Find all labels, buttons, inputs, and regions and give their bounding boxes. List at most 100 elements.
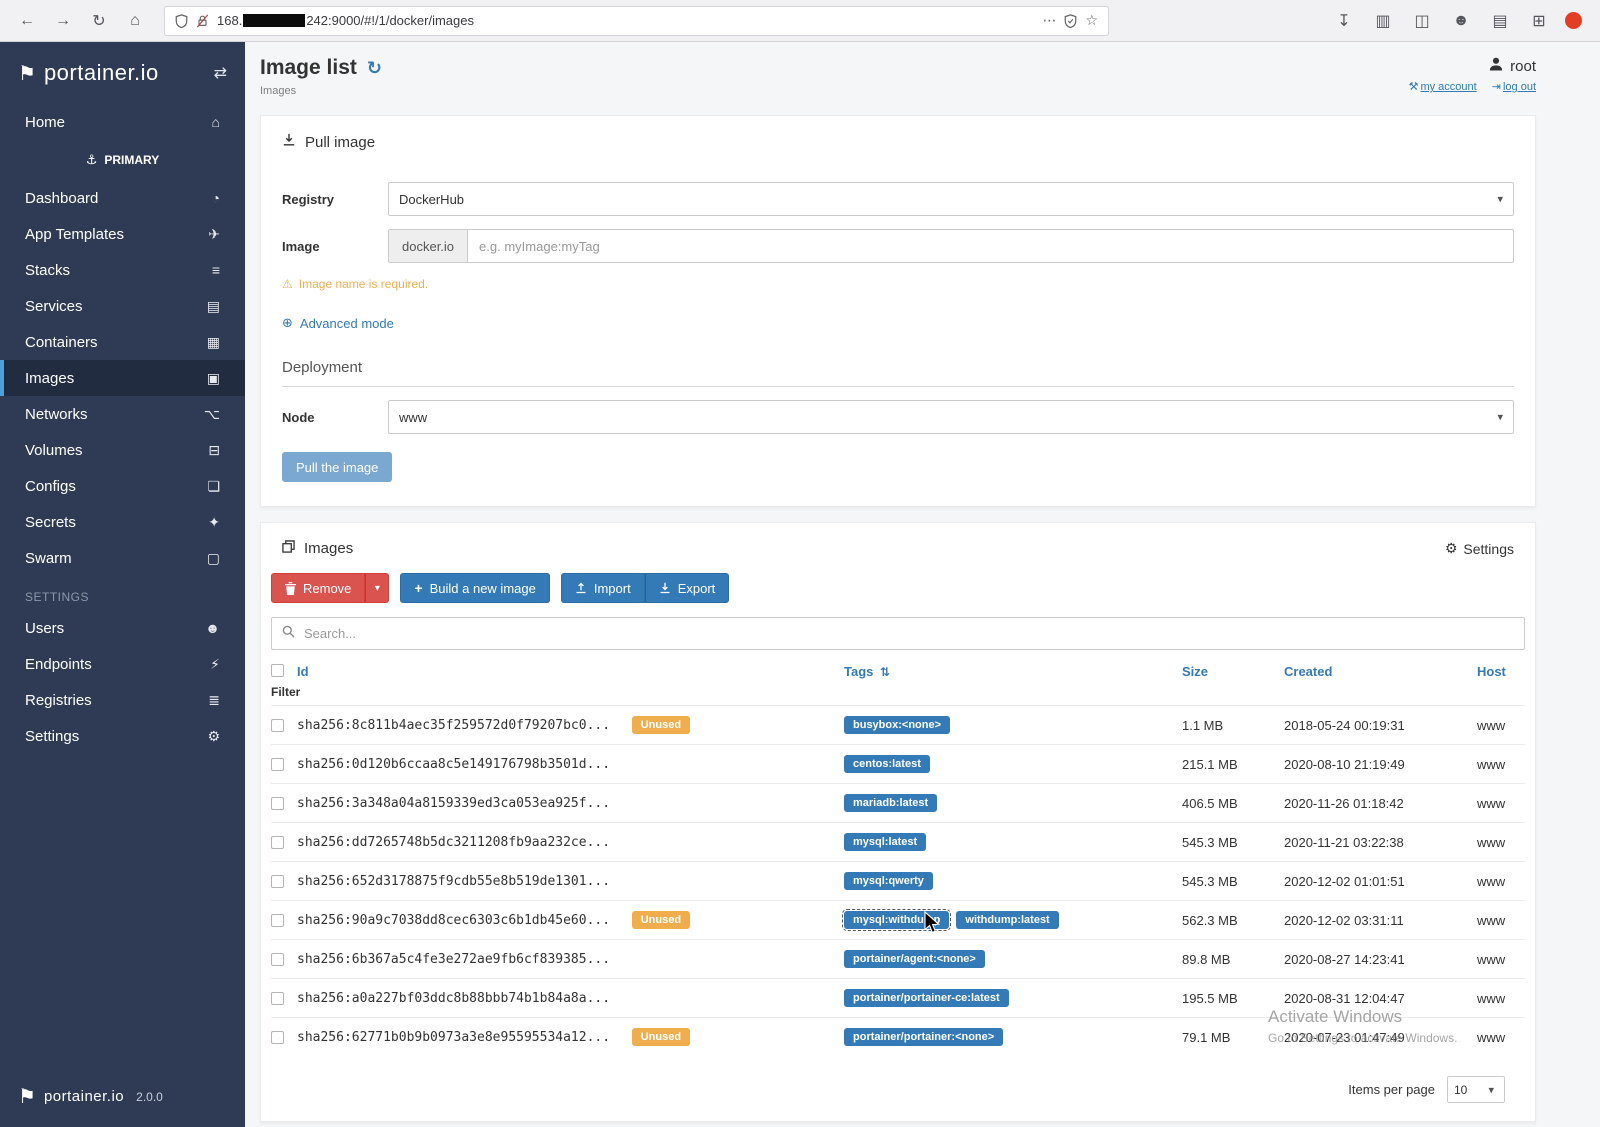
image-id[interactable]: sha256:62771b0b9b0973a3e8e95595534a12... (297, 1030, 610, 1045)
sidebar-item-stacks[interactable]: Stacks ≡ (0, 252, 245, 288)
browser-reload-button[interactable]: ↻ (84, 7, 114, 35)
image-tag-badge[interactable]: mysql:latest (844, 833, 927, 851)
url-text[interactable]: 168. 242:9000/#!/1/docker/images (217, 13, 474, 28)
browser-home-button[interactable]: ⌂ (120, 7, 150, 35)
column-header-tags[interactable]: Tags (844, 664, 873, 679)
search-input[interactable] (304, 626, 1514, 641)
row-checkbox[interactable] (271, 874, 284, 888)
sidebar-item-containers[interactable]: Containers ▦ (0, 324, 245, 360)
image-name-input[interactable] (467, 229, 1514, 263)
sidebar-item-endpoints[interactable]: Endpoints ⚡ (0, 646, 245, 682)
export-button[interactable]: Export (644, 573, 730, 603)
extensions-icon[interactable]: ⊞ (1526, 7, 1552, 35)
tags-cell: portainer/portainer-ce:latest (844, 978, 1182, 1018)
sidebar-item-label: Swarm (25, 549, 72, 567)
sidebar-item-app-templates[interactable]: App Templates ✈ (0, 216, 245, 252)
address-bar[interactable]: 168. 242:9000/#!/1/docker/images ⋯ ☆ (164, 5, 1109, 36)
pull-image-button[interactable]: Pull the image (282, 452, 393, 482)
save-page-icon[interactable]: ▤ (1487, 7, 1513, 35)
column-header-created[interactable]: Created (1284, 664, 1332, 679)
image-id[interactable]: sha256:8c811b4aec35f259572d0f79207bc0... (297, 718, 610, 733)
image-tag-badge[interactable]: withdump:latest (956, 911, 1059, 929)
browser-forward-button[interactable]: → (48, 7, 78, 35)
sidebar-item-services[interactable]: Services ▤ (0, 288, 245, 324)
library-icon[interactable]: ▥ (1370, 7, 1396, 35)
insecure-lock-icon[interactable] (196, 13, 209, 28)
image-id[interactable]: sha256:6b367a5c4fe3e272ae9fb6cf839385... (297, 952, 610, 967)
sort-icon[interactable]: ⇅ (880, 665, 890, 679)
my-account-link[interactable]: ⚒ my account (1409, 81, 1477, 93)
row-checkbox[interactable] (271, 835, 284, 849)
image-tag-badge[interactable]: centos:latest (844, 755, 930, 773)
sidebar-item-label: Containers (25, 333, 98, 351)
select-all-checkbox[interactable] (271, 664, 284, 677)
endpoint-switch-icon[interactable]: ⇄ (214, 63, 227, 83)
filter-link[interactable]: Filter (271, 685, 300, 699)
sidebar-item-registries[interactable]: Registries ≣ (0, 682, 245, 718)
volumes-icon: ⊟ (208, 441, 220, 458)
node-select[interactable]: www (388, 400, 1514, 434)
account-icon[interactable]: ☻ (1448, 7, 1474, 35)
sidebar-item-images[interactable]: Images ▣ (0, 360, 245, 396)
bookmark-star-icon[interactable]: ☆ (1085, 12, 1098, 29)
row-checkbox[interactable] (271, 991, 284, 1005)
sidebar-item-networks[interactable]: Networks ⌥ (0, 396, 245, 432)
image-id[interactable]: sha256:dd7265748b5dc3211208fb9aa232ce... (297, 835, 610, 850)
row-checkbox[interactable] (271, 913, 284, 927)
table-settings-link[interactable]: ⚙ Settings (1445, 540, 1514, 557)
sidebar-item-swarm[interactable]: Swarm ▢ (0, 540, 245, 576)
row-checkbox[interactable] (271, 757, 284, 771)
protection-shield-icon[interactable] (1064, 13, 1077, 28)
column-header-id[interactable]: Id (297, 664, 309, 679)
adblock-extension-icon[interactable] (1565, 12, 1582, 29)
build-image-button[interactable]: + Build a new image (400, 573, 550, 603)
image-required-warning: ⚠ Image name is required. (282, 277, 429, 291)
sidebar-logo[interactable]: ⚑ portainer.io ⇄ (0, 42, 245, 104)
row-checkbox[interactable] (271, 1030, 284, 1044)
search-box[interactable] (271, 617, 1525, 650)
sidebars-icon[interactable]: ◫ (1409, 7, 1435, 35)
row-checkbox[interactable] (271, 718, 284, 732)
image-id[interactable]: sha256:90a9c7038dd8cec6303c6b1db45e60... (297, 913, 610, 928)
registries-icon: ≣ (208, 691, 220, 708)
sidebar-item-configs[interactable]: Configs ❏ (0, 468, 245, 504)
browser-back-button[interactable]: ← (12, 7, 42, 35)
host-cell: www (1477, 1017, 1525, 1056)
sidebar-item-users[interactable]: Users ☻ (0, 610, 245, 646)
image-id[interactable]: sha256:652d3178875f9cdb55e8b519de1301... (297, 874, 610, 889)
sidebar: ⚑ portainer.io ⇄ Home ⌂ ⚓ PRIMARY Dashbo… (0, 42, 245, 1127)
column-header-size[interactable]: Size (1182, 664, 1208, 679)
gear-icon: ⚙ (1444, 540, 1458, 556)
image-tag-badge[interactable]: mariadb:latest (844, 794, 938, 812)
image-tag-badge[interactable]: portainer/portainer:<none> (844, 1028, 1004, 1046)
image-tag-badge[interactable]: busybox:<none> (844, 716, 951, 734)
items-per-page-select[interactable]: 10 (1447, 1076, 1505, 1103)
registry-select[interactable]: DockerHub (388, 182, 1514, 216)
sidebar-item-home[interactable]: Home ⌂ (0, 104, 245, 140)
sidebar-item-secrets[interactable]: Secrets ✦ (0, 504, 245, 540)
remove-button[interactable]: Remove (271, 573, 366, 603)
downloads-icon[interactable]: ↧ (1331, 7, 1357, 35)
host-cell: www (1477, 705, 1525, 745)
secrets-icon: ✦ (208, 513, 220, 530)
remove-caret-button[interactable]: ▾ (365, 573, 390, 603)
image-tag-badge[interactable]: portainer/agent:<none> (844, 950, 985, 968)
image-id[interactable]: sha256:0d120b6ccaa8c5e149176798b3501d... (297, 757, 610, 772)
sidebar-item-settings[interactable]: Settings ⚙ (0, 718, 245, 754)
image-tag-badge[interactable]: mysql:qwerty (844, 872, 933, 890)
image-tag-badge[interactable]: mysql:withdump (841, 909, 952, 931)
column-header-host[interactable]: Host (1477, 664, 1506, 679)
page-actions-icon[interactable]: ⋯ (1042, 12, 1056, 29)
refresh-icon[interactable]: ↻ (367, 58, 382, 79)
row-checkbox[interactable] (271, 796, 284, 810)
row-checkbox[interactable] (271, 952, 284, 966)
import-button[interactable]: Import (560, 573, 645, 603)
tracking-shield-icon[interactable] (175, 13, 188, 28)
image-id[interactable]: sha256:3a348a04a8159339ed3ca053ea925f... (297, 796, 610, 811)
image-id[interactable]: sha256:a0a227bf03ddc8b88bbb74b1b84a8a... (297, 991, 610, 1006)
advanced-mode-link[interactable]: ⊕ Advanced mode (282, 315, 1514, 331)
image-tag-badge[interactable]: portainer/portainer-ce:latest (844, 989, 1009, 1007)
sidebar-item-volumes[interactable]: Volumes ⊟ (0, 432, 245, 468)
sidebar-item-dashboard[interactable]: Dashboard ◔ (0, 180, 245, 216)
log-out-link[interactable]: ⇥ log out (1492, 81, 1536, 93)
